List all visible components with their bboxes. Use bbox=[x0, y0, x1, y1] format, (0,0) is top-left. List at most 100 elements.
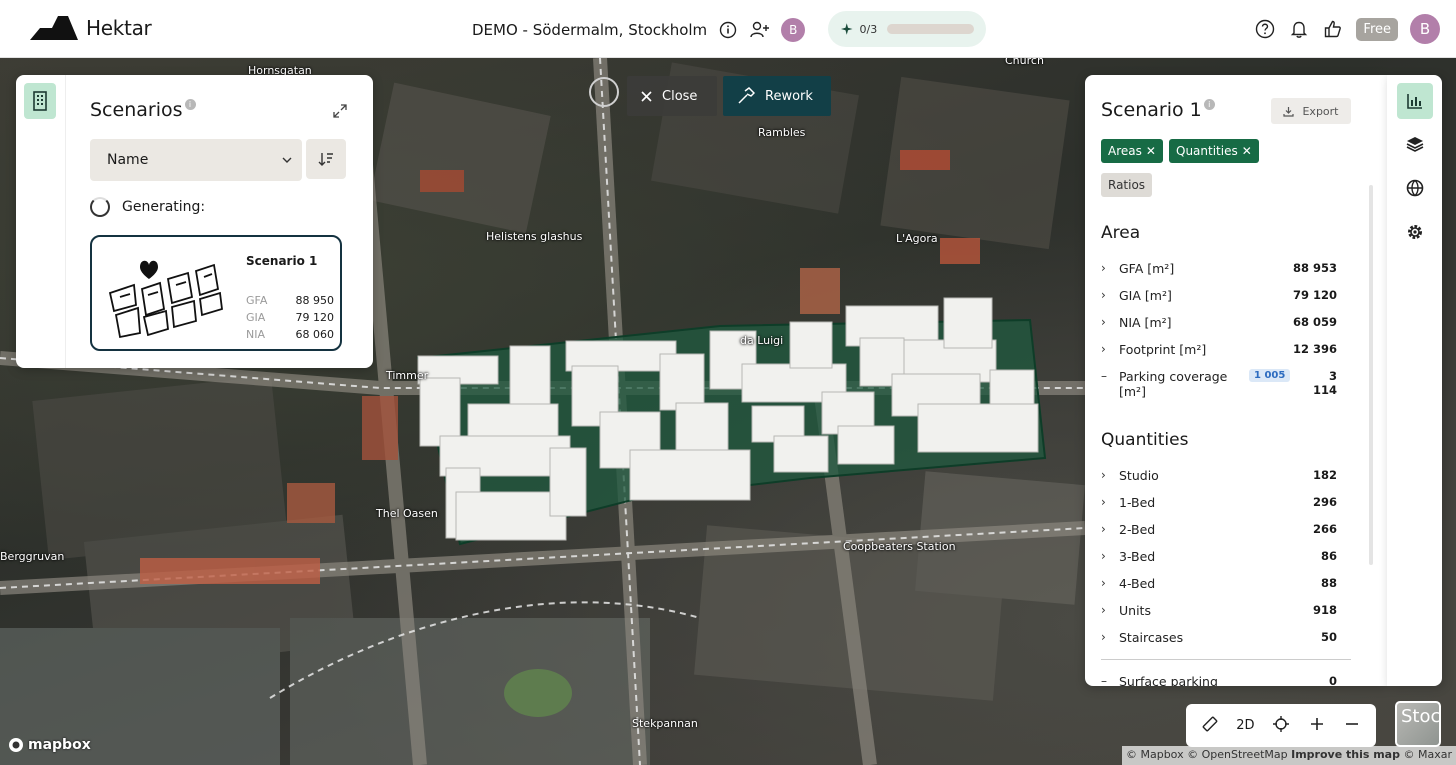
filter-tag-areas[interactable]: Areas ✕ bbox=[1101, 139, 1163, 163]
minus-icon bbox=[1346, 722, 1359, 725]
sort-descending-icon bbox=[318, 153, 333, 166]
feedback-button[interactable] bbox=[1322, 18, 1344, 40]
plan-badge[interactable]: Free bbox=[1356, 17, 1398, 41]
metric-value: 296 bbox=[1312, 495, 1337, 509]
stat-value: 79 120 bbox=[295, 311, 335, 324]
metric-label: 2-Bed bbox=[1119, 522, 1156, 537]
metric-row[interactable]: › 2-Bed 266 bbox=[1101, 522, 1337, 537]
metric-row[interactable]: › 3-Bed 86 bbox=[1101, 549, 1337, 564]
attribution-mapbox-link[interactable]: © Mapbox bbox=[1126, 748, 1184, 761]
gear-icon bbox=[1408, 225, 1422, 239]
metric-label: Studio bbox=[1119, 468, 1159, 483]
metric-label: GFA [m²] bbox=[1119, 261, 1175, 276]
stat-value: 68 060 bbox=[295, 328, 335, 341]
sort-by-select[interactable]: Name bbox=[90, 139, 302, 181]
add-user-icon bbox=[750, 21, 770, 38]
dash-icon: – bbox=[1101, 674, 1107, 686]
info-icon[interactable]: i bbox=[1203, 99, 1215, 110]
zoom-out-button[interactable] bbox=[1337, 718, 1367, 734]
tag-label: Ratios bbox=[1108, 178, 1146, 192]
invite-user-button[interactable] bbox=[749, 19, 771, 41]
chevron-down-icon bbox=[282, 157, 292, 163]
crosshair-icon bbox=[1272, 715, 1289, 732]
map-controls: 2D bbox=[1186, 704, 1376, 747]
mapbox-logo[interactable]: mapbox bbox=[8, 737, 91, 753]
right-tool-rail bbox=[1387, 75, 1442, 686]
ruler-icon bbox=[1202, 716, 1218, 731]
metric-value: 0 bbox=[1328, 674, 1337, 686]
panel-scrollbar[interactable] bbox=[1369, 185, 1373, 565]
building-icon bbox=[33, 91, 47, 111]
export-button[interactable]: Export bbox=[1271, 98, 1351, 124]
minimap-button[interactable]: Stoc bbox=[1395, 701, 1441, 747]
statistics-tab-button[interactable] bbox=[1397, 83, 1433, 119]
metric-row[interactable]: › 4-Bed 88 bbox=[1101, 576, 1337, 591]
attribution-maxar-link[interactable]: © Maxar bbox=[1403, 748, 1452, 761]
bar-chart-icon bbox=[1407, 94, 1422, 109]
globe-icon bbox=[1406, 179, 1424, 197]
credits-progress-bar bbox=[887, 24, 974, 34]
view-mode-toggle[interactable]: 2D bbox=[1230, 718, 1260, 733]
info-icon[interactable]: i bbox=[184, 99, 196, 110]
collaborator-avatar[interactable]: B bbox=[781, 18, 806, 42]
metric-row[interactable]: – Parking coverage [m²] 1 005 3 114 bbox=[1101, 369, 1337, 399]
remove-tag-icon[interactable]: ✕ bbox=[1146, 144, 1156, 158]
expand-panel-button[interactable] bbox=[333, 103, 347, 122]
close-scenario-button[interactable]: Close bbox=[627, 76, 717, 116]
locate-button[interactable] bbox=[1266, 715, 1296, 736]
metric-row[interactable]: › Staircases 50 bbox=[1101, 630, 1337, 645]
scenarios-title-text: Scenarios bbox=[90, 99, 183, 121]
mapbox-brand: mapbox bbox=[28, 737, 91, 753]
scenario-card[interactable]: Scenario 1 GFA 88 950 GIA 79 120 NIA 68 … bbox=[90, 235, 342, 351]
chevron-right-icon: › bbox=[1101, 315, 1106, 329]
map-label-poi: Timmer bbox=[386, 369, 429, 382]
ai-credits-indicator[interactable]: 0/3 bbox=[828, 11, 986, 47]
chevron-right-icon: › bbox=[1101, 603, 1106, 617]
chevron-right-icon: › bbox=[1101, 522, 1106, 536]
project-info-button[interactable] bbox=[717, 19, 739, 41]
buildings-tab-button[interactable] bbox=[24, 83, 56, 119]
tag-label: Quantities bbox=[1176, 144, 1238, 158]
help-icon bbox=[1256, 19, 1275, 39]
filter-tag-ratios[interactable]: Ratios bbox=[1101, 173, 1153, 197]
improve-map-link[interactable]: Improve this map bbox=[1291, 748, 1400, 761]
project-title: DEMO - Södermalm, Stockholm bbox=[472, 21, 708, 39]
chevron-right-icon: › bbox=[1101, 468, 1106, 482]
expand-icon bbox=[333, 104, 347, 118]
metric-value: 12 396 bbox=[1292, 342, 1337, 356]
metric-value: 79 120 bbox=[1292, 288, 1337, 302]
rework-button[interactable]: Rework bbox=[723, 76, 831, 116]
notifications-button[interactable] bbox=[1288, 18, 1310, 40]
metric-row[interactable]: › Footprint [m²] 12 396 bbox=[1101, 342, 1337, 357]
chevron-right-icon: › bbox=[1101, 630, 1106, 644]
remove-tag-icon[interactable]: ✕ bbox=[1242, 144, 1252, 158]
measure-button[interactable] bbox=[1195, 716, 1225, 736]
metric-row[interactable]: › Units 918 bbox=[1101, 603, 1337, 618]
metric-value: 88 953 bbox=[1292, 261, 1337, 275]
metric-value: 918 bbox=[1312, 603, 1337, 617]
chevron-right-icon: › bbox=[1101, 495, 1106, 509]
metric-row[interactable]: › NIA [m²] 68 059 bbox=[1101, 315, 1337, 330]
credits-count: 0/3 bbox=[859, 22, 878, 36]
filter-tag-quantities[interactable]: Quantities ✕ bbox=[1169, 139, 1259, 163]
user-avatar[interactable]: B bbox=[1410, 14, 1440, 44]
metric-row[interactable]: – Surface parking 0 bbox=[1101, 674, 1337, 686]
logo[interactable]: Hektar bbox=[30, 16, 152, 40]
metric-label: Surface parking bbox=[1119, 674, 1218, 686]
help-button[interactable] bbox=[1254, 18, 1276, 40]
metric-row[interactable]: › Studio 182 bbox=[1101, 468, 1337, 483]
zoom-in-button[interactable] bbox=[1302, 717, 1332, 734]
metric-label: GIA [m²] bbox=[1119, 288, 1172, 303]
layers-tab-button[interactable] bbox=[1397, 126, 1433, 162]
attribution-osm-link[interactable]: © OpenStreetMap bbox=[1187, 748, 1288, 761]
stat-value: 88 950 bbox=[295, 294, 335, 307]
metric-row[interactable]: › GFA [m²] 88 953 bbox=[1101, 261, 1337, 276]
metric-label: 4-Bed bbox=[1119, 576, 1156, 591]
metric-row[interactable]: › GIA [m²] 79 120 bbox=[1101, 288, 1337, 303]
settings-tab-button[interactable] bbox=[1397, 214, 1433, 250]
metric-row[interactable]: › 1-Bed 296 bbox=[1101, 495, 1337, 510]
plus-icon bbox=[1310, 717, 1323, 730]
sort-direction-button[interactable] bbox=[306, 139, 346, 179]
rework-label: Rework bbox=[765, 88, 813, 104]
globe-tab-button[interactable] bbox=[1397, 170, 1433, 206]
